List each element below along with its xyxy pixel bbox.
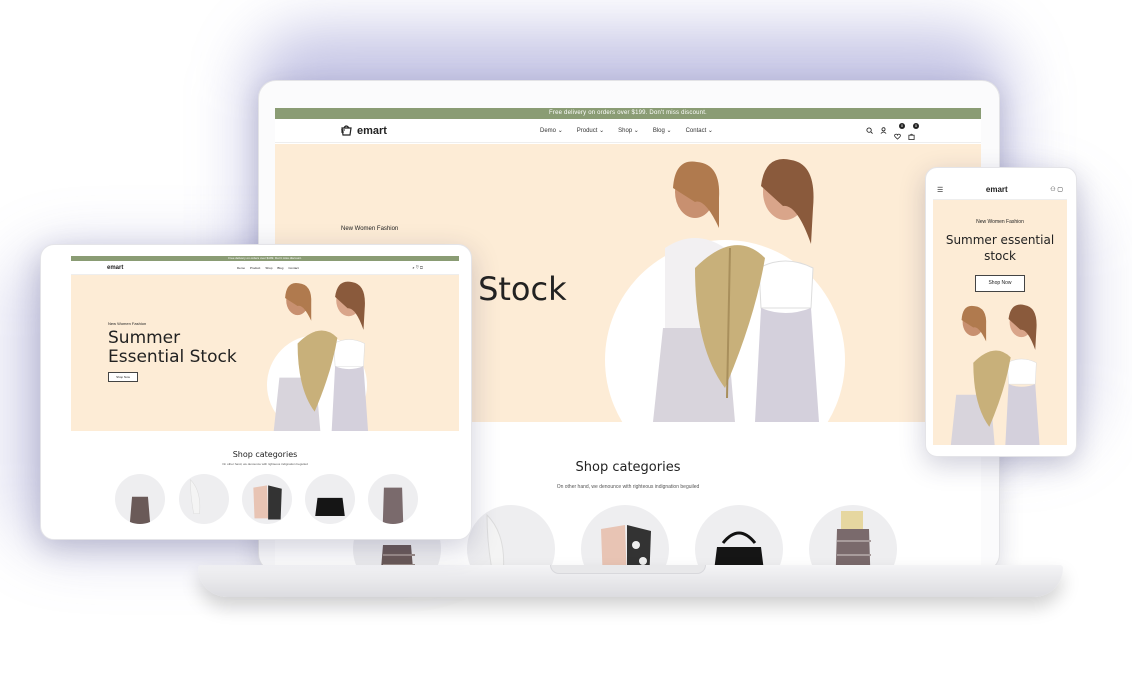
menu-item-product[interactable]: Product ⌄: [577, 127, 604, 134]
hero-eyebrow: New Women Fashion: [976, 219, 1024, 225]
header-icons[interactable]: ⌕ ♡ ▢: [412, 265, 423, 270]
category-circle[interactable]: [179, 474, 229, 524]
shop-now-button[interactable]: Shop Now: [108, 372, 138, 382]
menu-item-contact[interactable]: Contact: [288, 266, 298, 270]
hero-banner: New Women Fashion Summer essential stock…: [933, 200, 1067, 445]
top-navbar: emart Demo Product Shop Blog Contact ⌕ ♡…: [71, 261, 459, 275]
category-image: [129, 496, 151, 524]
menu-item-contact[interactable]: Contact ⌄: [686, 127, 713, 134]
hero-title: Summer Essential Stock: [108, 328, 237, 367]
menu-item-demo[interactable]: Demo: [237, 266, 245, 270]
brand-name: emart: [357, 124, 387, 137]
promo-bar: Free delivery on orders over $199. Don't…: [275, 108, 981, 119]
menu-icon[interactable]: ☰: [937, 186, 943, 194]
top-navbar: ☰ emart ⚇ ▢: [933, 180, 1067, 200]
shop-now-button[interactable]: Shop Now: [975, 275, 1025, 292]
category-image: [190, 478, 201, 515]
wishlist-count: 0: [899, 123, 905, 129]
category-image: [601, 525, 651, 565]
cart-button[interactable]: 0: [908, 123, 919, 140]
hero-models-image: [273, 281, 369, 431]
category-image: [486, 513, 505, 565]
category-image: [714, 531, 764, 565]
devices-mockup: Free delivery on orders over $199. Don't…: [0, 0, 1132, 686]
category-circle[interactable]: [368, 474, 418, 524]
category-circle[interactable]: [305, 474, 355, 524]
category-circle[interactable]: [467, 505, 555, 565]
heart-icon: [894, 133, 901, 140]
top-navbar: emart Demo ⌄ Product ⌄ Shop ⌄ Blog ⌄ Con…: [275, 119, 981, 143]
category-image: [315, 497, 345, 517]
header-icons: 0 0: [866, 123, 919, 140]
cart-count: 0: [913, 123, 919, 129]
menu-item-blog[interactable]: Blog ⌄: [653, 127, 672, 134]
category-circle[interactable]: [115, 474, 165, 524]
main-menu: Demo ⌄ Product ⌄ Shop ⌄ Blog ⌄ Contact ⌄: [540, 127, 713, 134]
category-circle[interactable]: [242, 474, 292, 524]
menu-item-shop[interactable]: Shop: [265, 266, 272, 270]
header-icons[interactable]: ⚇ ▢: [1050, 186, 1063, 193]
category-circle[interactable]: [581, 505, 669, 565]
hero-title: Summer essential stock: [945, 233, 1055, 263]
search-icon[interactable]: [866, 127, 873, 134]
section-subtitle: On other hand, we denounce with righteou…: [222, 462, 308, 466]
category-circle[interactable]: [695, 505, 783, 565]
category-circle[interactable]: [809, 505, 897, 565]
brand-name[interactable]: emart: [986, 185, 1008, 194]
section-title: Shop categories: [232, 450, 298, 459]
menu-item-demo[interactable]: Demo ⌄: [540, 127, 563, 134]
bag-icon: [908, 133, 915, 140]
menu-item-shop[interactable]: Shop ⌄: [618, 127, 639, 134]
menu-item-blog[interactable]: Blog: [277, 266, 283, 270]
hero-eyebrow: New Women Fashion: [108, 321, 147, 326]
hero-models-image: [653, 159, 819, 422]
laptop-notch: [550, 565, 706, 574]
hero-models-image: [950, 304, 1040, 445]
menu-item-product[interactable]: Product: [250, 266, 260, 270]
tablet-screen: Free delivery on orders over $199. Don't…: [71, 256, 459, 526]
category-image: [253, 485, 282, 520]
category-image: [382, 487, 404, 524]
user-icon[interactable]: [880, 127, 887, 134]
hero-banner: New Women Fashion Summer Essential Stock…: [71, 275, 459, 431]
logo[interactable]: emart: [341, 125, 387, 137]
phone-screen: ☰ emart ⚇ ▢ New Women Fashion Summer ess…: [933, 180, 1067, 445]
brand-name[interactable]: emart: [107, 265, 123, 271]
category-image: [835, 511, 871, 565]
wishlist-button[interactable]: 0: [894, 123, 905, 140]
main-menu: Demo Product Shop Blog Contact: [237, 266, 299, 270]
bag-logo-icon: [341, 125, 352, 136]
hero-eyebrow: New Women Fashion: [341, 226, 399, 232]
hero-title: l Stock: [459, 270, 567, 308]
